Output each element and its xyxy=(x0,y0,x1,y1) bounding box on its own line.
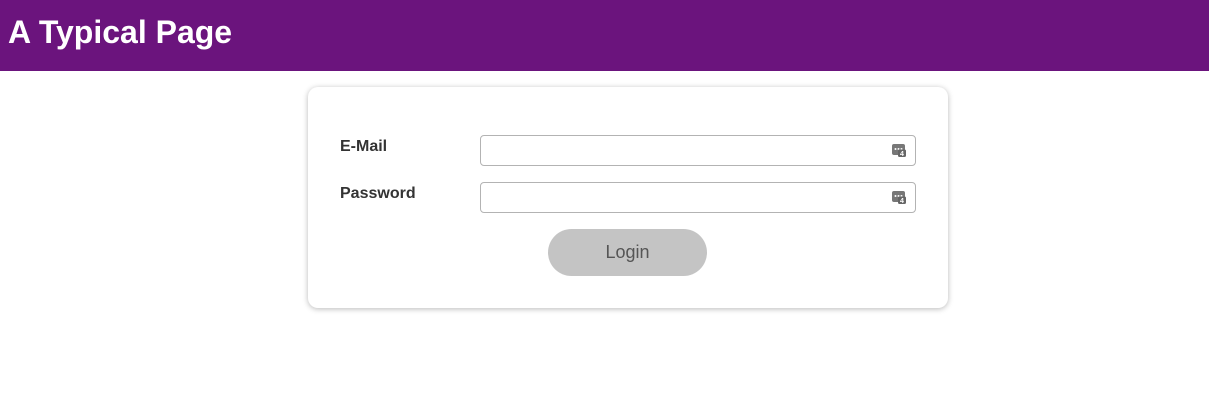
svg-text:4: 4 xyxy=(900,198,904,204)
page-title: A Typical Page xyxy=(8,14,233,50)
email-field-wrapper: 4 xyxy=(480,135,916,166)
password-field-wrapper: 4 xyxy=(480,182,916,213)
email-label: E-Mail xyxy=(340,138,388,155)
password-manager-icon[interactable]: 4 xyxy=(892,191,906,204)
email-field[interactable] xyxy=(481,136,915,165)
password-manager-icon[interactable]: 4 xyxy=(892,144,906,157)
password-label: Password xyxy=(340,185,416,202)
login-card: E-Mail 4 Password 4 Login xyxy=(308,87,948,308)
svg-text:4: 4 xyxy=(900,151,904,157)
login-button[interactable]: Login xyxy=(548,229,707,276)
page-header: A Typical Page xyxy=(0,0,1209,71)
password-field[interactable] xyxy=(481,183,915,212)
